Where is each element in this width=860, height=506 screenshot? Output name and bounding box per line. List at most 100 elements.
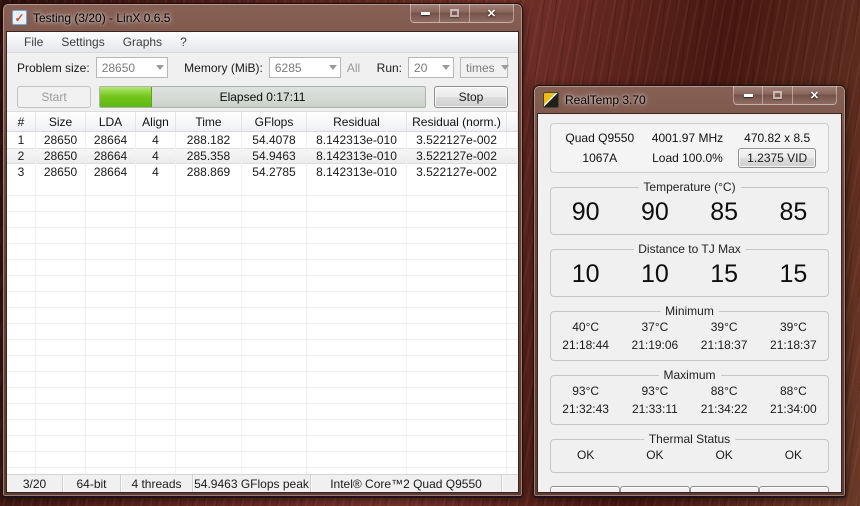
cell: 54.2785: [242, 164, 307, 180]
cell: 28650: [36, 132, 86, 148]
table-row[interactable]: 1 28650 28664 4 288.182 54.4078 8.142313…: [7, 132, 518, 148]
all-label: All: [346, 60, 361, 75]
settings-button[interactable]: Settings: [759, 486, 829, 492]
run-value: 20: [414, 60, 428, 75]
table-header-row: # Size LDA Align Time GFlops Residual Re…: [7, 112, 518, 132]
linx-titlebar[interactable]: Testing (3/20) - LinX 0.6.5: [3, 4, 522, 31]
linx-caption-buttons: [410, 4, 514, 23]
realtemp-window-title: RealTemp 3.70: [565, 92, 646, 107]
cell: 54.9463: [242, 148, 307, 164]
problem-size-label: Problem size:: [17, 60, 90, 75]
maximize-icon: [773, 91, 782, 99]
minimize-button[interactable]: [410, 4, 440, 23]
chevron-down-icon: [500, 65, 509, 70]
cell-filler: [507, 164, 518, 180]
results-table: # Size LDA Align Time GFlops Residual Re…: [7, 111, 518, 474]
column-header[interactable]: #: [7, 112, 36, 131]
cell: 3: [7, 164, 36, 180]
column-header[interactable]: Residual: [307, 112, 407, 131]
bus-multiplier: 470.82 x 8.5: [744, 131, 811, 145]
cell: 4: [136, 164, 176, 180]
tjmax-distance: 15: [779, 260, 808, 288]
cpu-info-panel: Quad Q9550 4001.97 MHz 470.82 x 8.5 1067…: [550, 123, 829, 173]
menu-file[interactable]: File: [15, 33, 52, 51]
reset-button[interactable]: Reset: [689, 486, 760, 492]
realtemp-titlebar[interactable]: RealTemp 3.70: [534, 86, 845, 113]
temperature-group: Temperature (°C) 90 90 85 85: [550, 180, 829, 235]
run-label: Run:: [376, 60, 403, 75]
sensor-test-button[interactable]: Sensor Test: [550, 486, 620, 492]
cell: 28664: [86, 148, 136, 164]
memory-value: 6285: [274, 60, 302, 75]
thermal-status: OK: [646, 448, 664, 462]
table-row[interactable]: 3 28650 28664 4 288.869 54.2785 8.142313…: [7, 164, 518, 180]
linx-menubar: File Settings Graphs ?: [7, 32, 518, 53]
linx-app-icon: [12, 10, 27, 25]
column-header[interactable]: Size: [36, 112, 86, 131]
cpu-frequency: 4001.97 MHz: [651, 131, 724, 145]
cell: 8.142313e-010: [307, 132, 407, 148]
cell: 8.142313e-010: [307, 148, 407, 164]
menu-graphs[interactable]: Graphs: [114, 33, 171, 51]
thermal-status: OK: [576, 448, 595, 462]
chevron-down-icon: [442, 65, 451, 70]
min-temp: 40°C: [572, 320, 600, 334]
status-threads: 4 threads: [121, 475, 193, 492]
linx-statusbar: 3/20 64-bit 4 threads 54.9463 GFlops pea…: [7, 474, 518, 492]
min-temp: 37°C: [641, 320, 669, 334]
run-combobox: 20: [408, 57, 455, 78]
min-temp: 39°C: [779, 320, 807, 334]
stop-button[interactable]: Stop: [434, 85, 508, 108]
thermal-status-group: Thermal Status OK OK OK OK: [550, 432, 829, 473]
status-progress: 3/20: [7, 475, 63, 492]
cell-filler: [507, 148, 518, 164]
close-button[interactable]: [792, 86, 837, 105]
core-temp: 90: [571, 198, 600, 226]
cell: 3.522127e-002: [407, 148, 507, 164]
cell: 8.142313e-010: [307, 164, 407, 180]
cell: 288.182: [176, 132, 242, 148]
cell: 288.869: [176, 164, 242, 180]
chevron-down-icon: [328, 65, 337, 70]
status-arch: 64-bit: [63, 475, 121, 492]
table-row[interactable]: 2 28650 28664 4 285.358 54.9463 8.142313…: [7, 148, 518, 164]
start-button: Start: [17, 85, 91, 108]
vid-button[interactable]: 1.2375 VID: [738, 148, 817, 168]
min-time: 21:19:06: [631, 338, 679, 352]
cell: 285.358: [176, 148, 242, 164]
temperature-group-title: Temperature (°C): [638, 180, 741, 194]
linx-run-row: Start Elapsed 0:17:11 Stop: [7, 82, 518, 111]
temperature-values: 90 90 85 85: [551, 188, 828, 234]
minimize-icon: [420, 11, 430, 15]
column-header[interactable]: Time: [176, 112, 242, 131]
column-header[interactable]: LDA: [86, 112, 136, 131]
min-time: 21:18:37: [700, 338, 748, 352]
min-time: 21:18:37: [770, 338, 817, 352]
maximize-button[interactable]: [763, 86, 792, 105]
thermal-status: OK: [715, 448, 733, 462]
menu-help[interactable]: ?: [171, 33, 196, 51]
column-header[interactable]: GFlops: [242, 112, 307, 131]
problem-size-combobox: 28650: [95, 57, 168, 78]
close-button[interactable]: [469, 4, 514, 23]
column-header-filler: [507, 112, 518, 131]
column-header[interactable]: Residual (norm.): [407, 112, 507, 131]
minimize-button[interactable]: [733, 86, 763, 105]
status-cpu-name: Intel® Core™2 Quad Q9550: [311, 475, 502, 492]
minimum-group-title: Minimum: [660, 304, 719, 318]
maximize-button[interactable]: [440, 4, 469, 23]
cell: 3.522127e-002: [407, 164, 507, 180]
realtemp-caption-buttons: [733, 86, 837, 105]
table-empty-area: [7, 180, 518, 474]
column-header[interactable]: Align: [136, 112, 176, 131]
problem-size-value: 28650: [101, 60, 136, 75]
cell: 3.522127e-002: [407, 132, 507, 148]
cell-filler: [507, 132, 518, 148]
tjmax-distance: 10: [640, 260, 669, 288]
menu-settings[interactable]: Settings: [52, 33, 113, 51]
xs-bench-button[interactable]: XS Bench: [619, 486, 690, 492]
cell: 54.4078: [242, 132, 307, 148]
maximum-times: 21:32:43 21:33:11 21:34:22 21:34:00: [551, 400, 828, 424]
core-temp: 90: [640, 198, 669, 226]
thermal-status-group-title: Thermal Status: [643, 432, 736, 446]
